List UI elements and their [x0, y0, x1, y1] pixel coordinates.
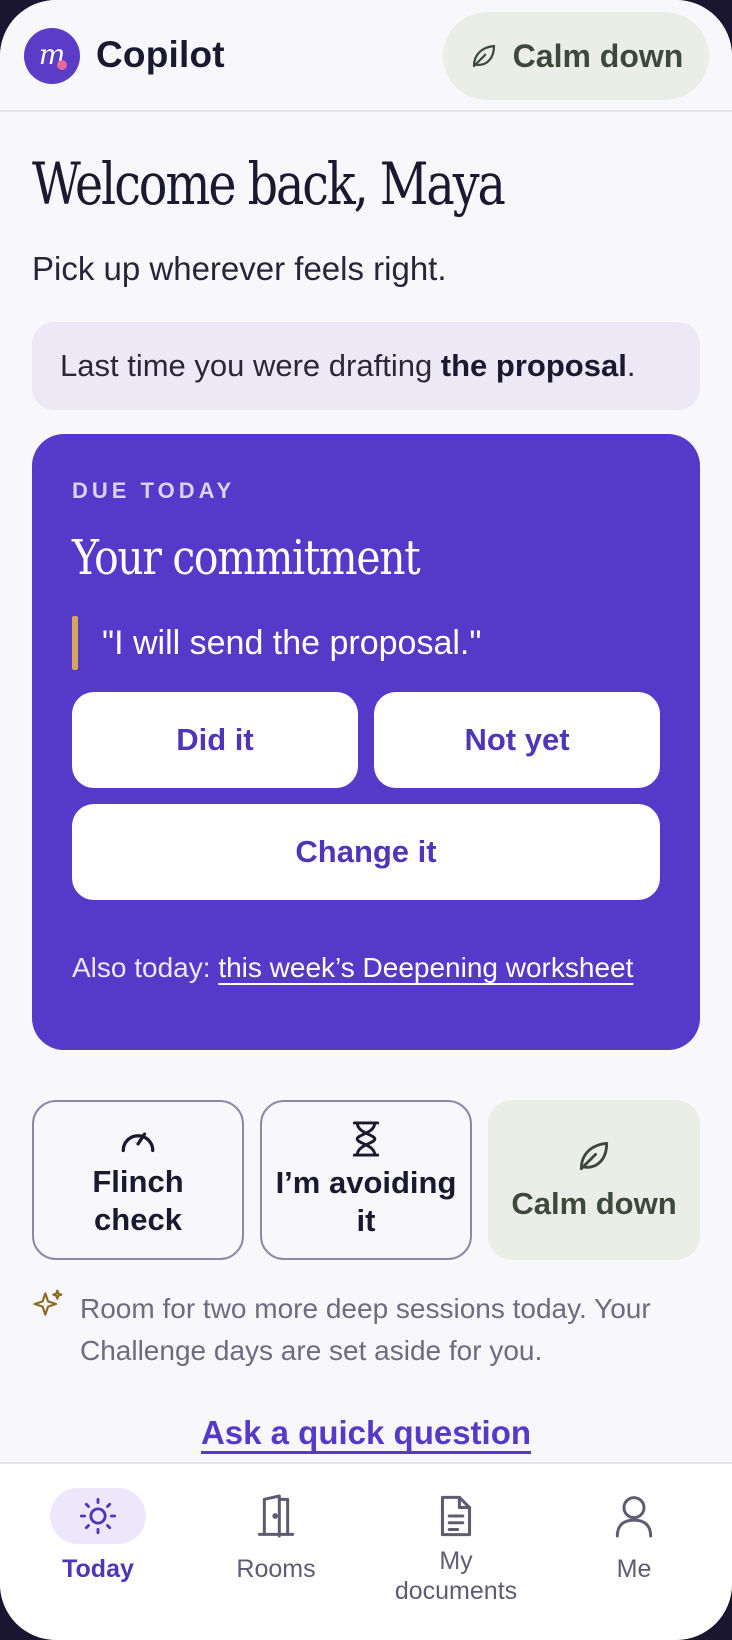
nav-rooms-icon-wrap [228, 1488, 324, 1544]
avoiding-it-tile[interactable]: I’m avoiding it [260, 1100, 472, 1260]
last-session-suffix: . [626, 348, 636, 383]
last-session-highlight: the proposal [440, 348, 627, 383]
calm-down-label: Calm down [512, 37, 684, 74]
avoiding-it-label: I’m avoiding it [276, 1164, 457, 1240]
leaf-icon [579, 1141, 609, 1171]
page-title: Welcome back, Maya [32, 150, 506, 218]
leaf-icon [472, 44, 495, 68]
nav-tab-my-documents[interactable]: My documents [376, 1488, 536, 1606]
nav-me-icon-wrap [586, 1488, 682, 1544]
flinch-label-line2: check [94, 1202, 182, 1237]
logo-dot [57, 60, 67, 70]
calm-down-button[interactable]: Calm down [443, 12, 709, 100]
ask-quick-question-link[interactable]: Ask a quick question [0, 1414, 732, 1452]
calm-down-tile-label: Calm down [511, 1186, 677, 1221]
calm-down-tile[interactable]: Calm down [488, 1100, 700, 1260]
gauge-icon [121, 1132, 155, 1153]
nav-me-label: Me [616, 1555, 652, 1583]
commitment-card: DUE TODAY Your commitment "I will send t… [32, 434, 700, 1050]
also-today-prefix: Also today: [72, 952, 219, 983]
nav-today-label: Today [62, 1555, 134, 1583]
also-today: Also today: this week’s Deepening worksh… [72, 952, 633, 984]
nav-tab-rooms[interactable]: Rooms [196, 1488, 356, 1584]
nav-tab-me[interactable]: Me [554, 1488, 714, 1584]
flinch-check-label: Flinch check [92, 1163, 183, 1239]
change-it-button[interactable]: Change it [72, 804, 660, 900]
commitment-quote: "I will send the proposal." [102, 624, 482, 662]
document-icon [440, 1495, 472, 1537]
nav-docs-icon-wrap [408, 1488, 504, 1544]
app-title: Copilot [96, 34, 225, 75]
did-it-button[interactable]: Did it [72, 692, 358, 788]
page-subtitle: Pick up wherever feels right. [32, 250, 447, 287]
door-icon [257, 1494, 295, 1538]
bottom-nav: Today Rooms My documents Me [0, 1462, 732, 1640]
app-logo: m [24, 28, 80, 84]
last-session-banner[interactable]: Last time you were drafting the proposal… [32, 322, 700, 410]
nav-today-highlight [50, 1488, 146, 1544]
flinch-label-line1: Flinch [92, 1164, 184, 1199]
nav-tab-today[interactable]: Today [18, 1488, 178, 1584]
quote-accent-bar [72, 616, 78, 670]
due-today-label: DUE TODAY [72, 478, 236, 503]
avoid-label-line1: I’m avoiding [275, 1165, 457, 1200]
hourglass-icon [352, 1121, 380, 1157]
sun-icon [79, 1497, 117, 1535]
last-session-prefix: Last time you were drafting [60, 348, 441, 383]
person-icon [615, 1496, 653, 1538]
not-yet-button[interactable]: Not yet [374, 692, 660, 788]
app-screen: m Copilot Calm down Welcome back, Maya P… [0, 0, 732, 1640]
avoid-label-line2: it [356, 1203, 376, 1238]
flinch-check-tile[interactable]: Flinch check [32, 1100, 244, 1260]
nav-docs-label: My documents [395, 1546, 517, 1606]
nav-docs-label-line1: My [439, 1547, 473, 1575]
session-note-text: Room for two more deep sessions today. Y… [80, 1293, 651, 1366]
nav-rooms-label: Rooms [236, 1555, 316, 1583]
top-bar: m Copilot Calm down [0, 0, 732, 112]
commitment-title: Your commitment [72, 530, 421, 586]
sparkle-icon [33, 1289, 63, 1316]
nav-docs-label-line2: documents [394, 1577, 518, 1605]
deepening-worksheet-link[interactable]: this week’s Deepening worksheet [218, 952, 633, 983]
